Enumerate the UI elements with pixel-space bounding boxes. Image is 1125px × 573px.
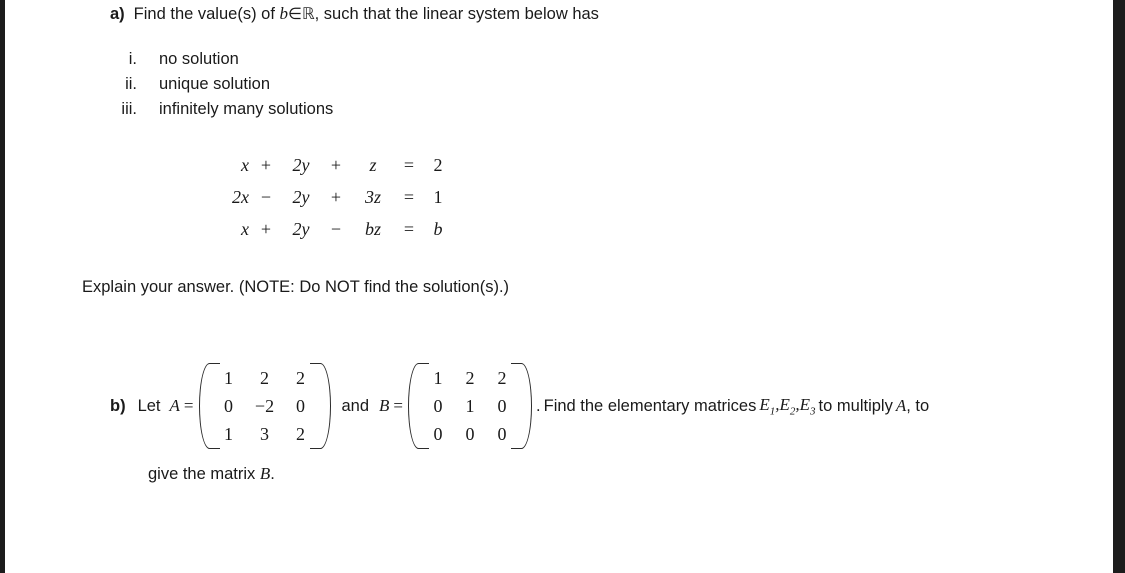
equation-operator-2: + [330,187,342,207]
element-of-icon: ∈ [288,6,302,23]
matrix-a-grid: 1 2 2 0 −2 0 1 3 2 [210,362,320,450]
list-item-label: unique solution [159,75,271,93]
equals-sign: = [403,219,415,239]
matrix-cell: 3 [260,424,269,444]
list-item-label: no solution [159,50,239,68]
equation-rhs: 2 [433,155,443,175]
conjunction-and: and [341,396,370,415]
explain-instruction: Explain your answer. (NOTE: Do NOT find … [82,278,510,296]
part-a-prompt-pre: Find the value(s) of [133,5,275,23]
equation-operator-2: + [330,155,342,175]
matrix-cell: −2 [254,396,275,416]
equation-rhs: b [433,219,443,239]
equation-term-1: x [241,155,249,175]
matrix-b: 1 2 2 0 1 0 0 0 0 [408,362,533,450]
right-paren-icon [511,363,533,449]
matrix-a-label: A [169,396,180,415]
equals-sign: = [403,155,415,175]
list-item-label: infinitely many solutions [159,100,334,118]
left-paren-icon [408,363,430,449]
elementary-matrix-e2: E2, [779,394,800,418]
matrix-cell: 2 [260,368,269,388]
solution-type-list: i. no solution ii. unique solution iii. … [89,50,333,125]
equation-operator-1: + [260,155,272,175]
equation-operator-1: − [260,187,272,207]
linear-system: x + 2y + z = 2 2x − 2y + 3z = 1 x + 2y −… [211,155,451,251]
part-b-label: b) [110,396,126,415]
part-a-prompt-post: , such that the linear system below has [314,5,599,23]
worksheet-page: a) Find the value(s) of b∈ℝ, such that th… [5,0,1113,573]
left-paren-icon [198,363,220,449]
list-item-numeral: ii. [125,75,137,93]
equation-row: x + 2y − bz = b [211,219,451,251]
equation-term-1: x [241,219,249,239]
equals-sign: = [393,396,404,415]
elementary-matrix-e1: E1, [759,394,780,418]
part-a-prompt: a) Find the value(s) of b∈ℝ, such that th… [110,3,599,26]
target-matrix-label: A [895,396,907,415]
matrix-a: 1 2 2 0 −2 0 1 3 2 [198,362,331,450]
part-b-tail-mid: to multiply [818,396,893,415]
real-numbers-symbol: ℝ [301,4,315,23]
list-item: iii. infinitely many solutions [89,100,333,125]
list-item-numeral: iii. [121,100,137,118]
equation-operator-2: − [330,219,342,239]
matrix-cell: 1 [465,396,475,416]
equation-operator-1: + [260,219,272,239]
right-edge-band [1113,0,1125,573]
give-matrix-pre: give the matrix [148,465,256,483]
equation-term-1: 2x [232,187,249,207]
give-matrix-post: . [270,465,275,483]
equation-term-2: 2y [292,155,310,175]
matrix-cell: 0 [465,424,475,444]
elementary-matrix-e3: E3 [799,394,816,418]
give-matrix-label: B [259,464,271,483]
equals-sign: = [403,187,415,207]
matrix-cell: 2 [465,368,475,388]
equation-term-2: 2y [292,187,310,207]
let-label: Let [137,396,161,415]
part-b-tail-pre: Find the elementary matrices [543,396,757,415]
equals-sign: = [183,396,194,415]
matrix-b-label: B [379,396,390,415]
equation-term-3: 3z [364,187,381,207]
period-mark: . [536,396,541,415]
list-item-numeral: i. [128,50,137,68]
equation-term-2: 2y [292,219,310,239]
part-a-label: a) [110,5,125,23]
list-item: i. no solution [89,50,333,75]
equation-term-3: bz [364,219,381,239]
equation-rhs: 1 [433,187,443,207]
right-paren-icon [309,363,331,449]
part-b-tail-post: , to [906,396,930,415]
list-item: ii. unique solution [89,75,333,100]
matrix-b-grid: 1 2 2 0 1 0 0 0 0 [419,362,521,450]
variable-b: b [279,4,289,23]
equation-term-3: z [369,155,377,175]
give-matrix-instruction: give the matrix B. [148,464,275,484]
equation-row: x + 2y + z = 2 [211,155,451,187]
part-b-prompt: b) Let A = 1 2 2 0 −2 0 1 3 2 and B = 1 … [110,362,929,450]
equation-row: 2x − 2y + 3z = 1 [211,187,451,219]
